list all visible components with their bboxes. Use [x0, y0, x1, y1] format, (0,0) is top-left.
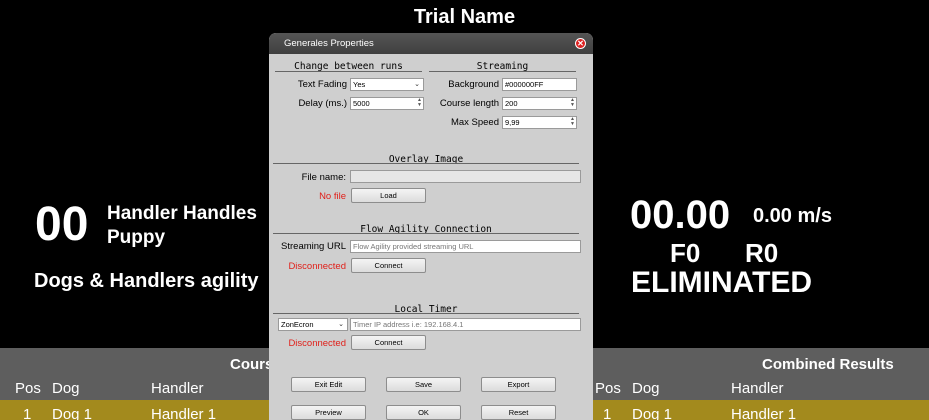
team-name: Dogs & Handlers agility: [34, 270, 259, 292]
col-handler: Handler: [151, 380, 204, 397]
speed-display: 0.00 m/s: [753, 205, 832, 227]
row-dog: Dog 1: [52, 406, 93, 420]
spinner-arrows-icon[interactable]: ▲ ▼: [417, 98, 422, 108]
load-button[interactable]: Load: [351, 188, 426, 203]
overlay-status: No file: [319, 191, 346, 202]
file-name-label: File name:: [301, 172, 346, 183]
dog-number: 00: [35, 198, 89, 251]
max-speed-stepper[interactable]: 9,99 ▲ ▼: [502, 116, 577, 129]
ok-button[interactable]: OK: [386, 405, 461, 420]
col-pos-combined: Pos: [595, 380, 621, 397]
dialog-title: Generales Properties: [284, 38, 374, 49]
combined-results-title: Combined Results: [762, 356, 894, 373]
text-fading-select[interactable]: Yes ⌄: [350, 78, 424, 91]
reset-button[interactable]: Reset: [481, 405, 556, 420]
section-divider: [275, 71, 422, 72]
file-name-field: [350, 170, 581, 183]
row-pos-combined: 1: [603, 406, 612, 420]
col-pos: Pos: [15, 380, 41, 397]
course-length-stepper[interactable]: 200 ▲ ▼: [502, 97, 577, 110]
export-button[interactable]: Export: [481, 377, 556, 392]
refusals-display: R0: [745, 238, 779, 268]
dog-name: Puppy: [107, 227, 166, 248]
local-timer-connect-button[interactable]: Connect: [351, 335, 426, 350]
chevron-down-icon: ⌄: [414, 81, 420, 88]
flow-agility-connect-button[interactable]: Connect: [351, 258, 426, 273]
row-dog-combined: Dog 1: [632, 406, 673, 420]
col-dog: Dog: [52, 380, 80, 397]
delay-stepper[interactable]: 5000 ▲ ▼: [350, 97, 424, 110]
timer-type-select[interactable]: ZonEcron ⌄: [278, 318, 348, 331]
row-pos: 1: [23, 406, 32, 420]
section-divider: [273, 163, 579, 164]
course-results-title: Cours: [230, 356, 274, 373]
close-icon[interactable]: ✕: [575, 38, 586, 49]
text-fading-value: Yes: [353, 80, 366, 89]
flow-agility-status: Disconnected: [288, 261, 346, 272]
faults-display: F0: [670, 238, 701, 268]
streaming-url-label: Streaming URL: [281, 241, 346, 252]
preview-button[interactable]: Preview: [291, 405, 366, 420]
course-length-value: 200: [505, 99, 518, 108]
local-timer-status: Disconnected: [288, 338, 346, 349]
delay-value: 5000: [353, 99, 370, 108]
time-display: 00.00: [630, 193, 731, 237]
course-length-label: Course length: [439, 98, 499, 109]
max-speed-value: 9,99: [505, 118, 520, 127]
run-status: ELIMINATED: [631, 266, 813, 299]
save-button[interactable]: Save: [386, 377, 461, 392]
timer-ip-input[interactable]: Timer IP address i.e: 192.168.4.1: [350, 318, 581, 331]
section-divider: [273, 313, 579, 314]
handler-name: Handler Handles: [107, 203, 257, 224]
col-handler-combined: Handler: [731, 380, 784, 397]
chevron-down-icon: ⌄: [338, 321, 344, 328]
dialog-titlebar[interactable]: Generales Properties ✕: [269, 33, 593, 54]
text-fading-label: Text Fading: [297, 79, 347, 90]
background-field[interactable]: #000000FF: [502, 78, 577, 91]
streaming-url-input[interactable]: Flow Agility provided streaming URL: [350, 240, 581, 253]
trial-name: Trial Name: [413, 6, 516, 28]
section-divider: [429, 71, 576, 72]
background-label: Background: [448, 79, 499, 90]
max-speed-label: Max Speed: [450, 117, 499, 128]
properties-dialog: Generales Properties ✕ Change between ru…: [269, 33, 593, 420]
spinner-arrows-icon[interactable]: ▲ ▼: [570, 117, 575, 127]
spinner-arrows-icon[interactable]: ▲ ▼: [570, 98, 575, 108]
delay-label: Delay (ms.): [298, 98, 347, 109]
timer-type-value: ZonEcron: [281, 320, 314, 329]
exit-edit-button[interactable]: Exit Edit: [291, 377, 366, 392]
row-handler-combined: Handler 1: [731, 406, 797, 420]
section-divider: [273, 233, 579, 234]
row-handler: Handler 1: [151, 406, 217, 420]
col-dog-combined: Dog: [632, 380, 660, 397]
